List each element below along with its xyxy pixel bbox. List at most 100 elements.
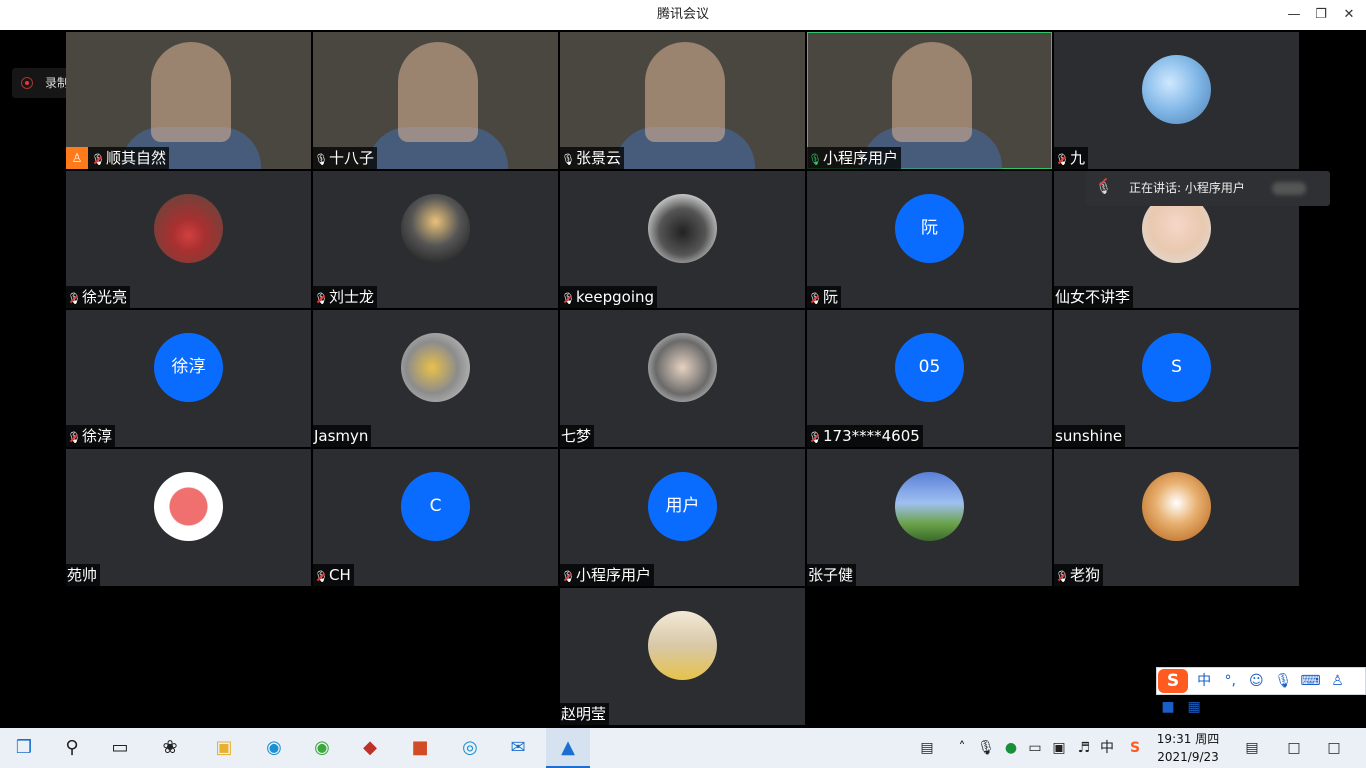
video-feed-person — [398, 42, 478, 142]
clock[interactable]: 19:31 周四 2021/9/23 — [1156, 730, 1220, 766]
participant-name-tag: 🎙keepgoing — [560, 286, 658, 308]
powerpoint-icon[interactable]: ■ — [400, 728, 440, 768]
participant-name-tag: 仙女不讲李 — [1054, 286, 1134, 308]
network-icon[interactable]: ▣ — [1048, 728, 1070, 768]
game-icon[interactable]: ◆ — [350, 728, 390, 768]
participant-name: CH — [329, 566, 351, 584]
participant-tile[interactable]: 🎙张景云 — [560, 32, 805, 169]
mail-icon[interactable]: ✉ — [498, 728, 538, 768]
avatar — [895, 472, 964, 541]
mic-icon[interactable]: 🎙 — [1272, 668, 1294, 694]
video-feed-person — [892, 42, 972, 142]
participant-name: keepgoing — [576, 288, 655, 306]
mic-muted-icon: 🎙 — [561, 288, 575, 308]
participant-name-tag: 🎙173****4605 — [807, 425, 923, 447]
participant-name: 小程序用户 — [576, 566, 652, 584]
message-icon[interactable]: □ — [1320, 728, 1348, 768]
participant-tile[interactable]: 🎙刘士龙 — [313, 171, 558, 308]
participant-tile[interactable]: S sunshine — [1054, 310, 1299, 447]
sogou-logo-icon[interactable]: S — [1158, 669, 1188, 693]
ime-punct[interactable]: °, — [1220, 668, 1240, 694]
input-indicator-icon[interactable]: ▤ — [912, 728, 942, 768]
participant-name: 十八子 — [329, 149, 375, 167]
record-icon — [21, 77, 33, 89]
participant-tile[interactable]: 赵明莹 — [560, 588, 805, 725]
task-view-icon[interactable]: ▭ — [102, 728, 138, 768]
participant-name: sunshine — [1055, 427, 1123, 445]
video-feed-person — [151, 42, 231, 142]
participant-name-tag: 🎙徐光亮 — [66, 286, 131, 308]
grid-icon[interactable]: ▦ — [1184, 694, 1204, 720]
search-icon[interactable]: ⚲ — [54, 728, 90, 768]
participant-name-tag: 🎙张景云 — [560, 147, 625, 169]
participant-tile[interactable]: C 🎙CH — [313, 449, 558, 586]
ime-toolbar[interactable]: S 中 °, ☺ 🎙 ⌨ ♙ ■ ▦ — [1156, 667, 1366, 715]
edge-dev-icon[interactable]: ◎ — [450, 728, 490, 768]
language-indicator[interactable]: 中 — [1096, 728, 1118, 768]
start-icon[interactable]: ❒ — [6, 728, 42, 768]
participant-name-tag: ♙ 🎙顺其自然 — [66, 147, 170, 169]
participant-name: 九 — [1070, 149, 1086, 167]
participant-name: 刘士龙 — [329, 288, 375, 306]
security-icon[interactable]: ● — [1000, 728, 1022, 768]
avatar: S — [1142, 333, 1211, 402]
volume-icon[interactable]: ♬ — [1072, 728, 1096, 768]
file-explorer-icon[interactable]: ▣ — [204, 728, 244, 768]
mic-muted-icon: 🎙 — [91, 149, 105, 169]
tencent-meeting-icon[interactable]: ▲ — [546, 728, 590, 768]
participant-tile[interactable]: 用户 🎙小程序用户 — [560, 449, 805, 586]
participant-tile[interactable]: 徐淳 🎙徐淳 — [66, 310, 311, 447]
speaking-indicator: 🎙 正在讲话: 小程序用户 — [1086, 171, 1330, 206]
speaking-label: 正在讲话: 小程序用户 — [1129, 181, 1245, 195]
edge-icon[interactable]: ◉ — [254, 728, 294, 768]
mic-muted-icon: 🎙 — [1055, 566, 1069, 586]
browser-icon[interactable]: ◉ — [302, 728, 342, 768]
title-bar: 腾讯会议 — ❐ ✕ — [0, 0, 1366, 30]
ime-mode[interactable]: 中 — [1193, 668, 1215, 694]
taskbar: ❒ ⚲ ▭ ❀ ▣ ◉ ◉ ◆ ■ ◎ ✉ ▲ ▤ ˄ 🎙 ● ▭ ▣ ♬ 中 … — [0, 728, 1366, 768]
participant-name-tag: 🎙十八子 — [313, 147, 378, 169]
mic-muted-icon: 🎙 — [1096, 171, 1111, 206]
emoji-icon[interactable]: ☺ — [1245, 668, 1267, 694]
participant-tile[interactable]: 七梦 — [560, 310, 805, 447]
user-icon[interactable]: ♙ — [1327, 668, 1349, 694]
participant-tile[interactable]: 05 🎙173****4605 — [807, 310, 1052, 447]
keyboard-icon[interactable]: ⌨ — [1299, 668, 1321, 694]
chevron-up-icon[interactable]: ˄ — [952, 728, 972, 768]
participant-tile[interactable]: 张子健 — [807, 449, 1052, 586]
participant-tile[interactable]: ♙ 🎙顺其自然 — [66, 32, 311, 169]
usb-icon[interactable]: ▭ — [1024, 728, 1046, 768]
participant-name-tag: 🎙徐淳 — [66, 425, 116, 447]
close-icon[interactable]: ✕ — [1332, 0, 1366, 30]
mic-icon[interactable]: 🎙 — [976, 728, 996, 768]
avatar — [648, 611, 717, 680]
pinwheel-icon[interactable]: ❀ — [150, 728, 190, 768]
participant-tile[interactable]: 🎙keepgoing — [560, 171, 805, 308]
participant-tile[interactable]: 🎙徐光亮 — [66, 171, 311, 308]
participant-tile[interactable]: 🎙十八子 — [313, 32, 558, 169]
participant-tile[interactable]: 苑帅 — [66, 449, 311, 586]
participant-tile[interactable]: Jasmyn — [313, 310, 558, 447]
participant-name: 赵明莹 — [561, 705, 607, 723]
shirt-icon[interactable]: ■ — [1157, 694, 1179, 720]
participant-tile[interactable]: 🎙小程序用户 — [807, 32, 1052, 169]
mic-muted-icon: 🎙 — [561, 566, 575, 586]
participant-tile[interactable]: 🎙九 — [1054, 32, 1299, 169]
participant-name: 仙女不讲李 — [1055, 288, 1131, 306]
avatar — [648, 194, 717, 263]
notification-icon[interactable]: □ — [1280, 728, 1308, 768]
sogou-tray-icon[interactable]: S — [1124, 728, 1146, 768]
mic-muted-icon: 🎙 — [808, 427, 822, 447]
participant-name-tag: 🎙CH — [313, 564, 354, 586]
participant-name-tag: 七梦 — [560, 425, 595, 447]
participant-tile[interactable]: 🎙老狗 — [1054, 449, 1299, 586]
mic-speaking-icon: 🎙 — [808, 153, 822, 166]
clock-date: 2021/9/23 — [1157, 750, 1219, 764]
avatar — [154, 194, 223, 263]
avatar — [648, 333, 717, 402]
participant-name: 老狗 — [1070, 566, 1101, 584]
avatar: 05 — [895, 333, 964, 402]
participant-tile[interactable]: 阮 🎙阮 — [807, 171, 1052, 308]
notes-icon[interactable]: ▤ — [1240, 728, 1264, 768]
mic-muted-icon: 🎙 — [1055, 149, 1069, 169]
